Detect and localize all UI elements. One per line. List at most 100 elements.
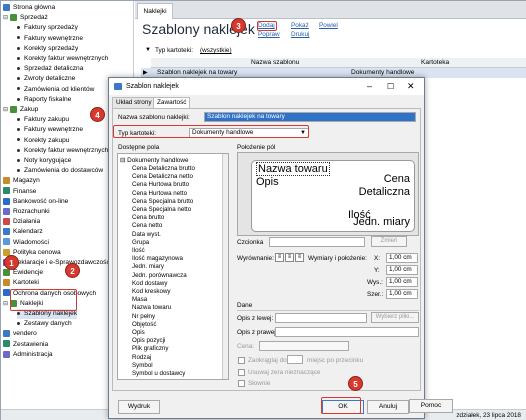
- field-item[interactable]: Cena Detaliczna brutto: [132, 165, 195, 172]
- preview-field-cena[interactable]: Cena: [384, 173, 410, 185]
- sidebar-item[interactable]: Zamówienia od klientów: [17, 85, 94, 95]
- sidebar-item[interactable]: Wiadomości: [3, 238, 49, 248]
- font-input[interactable]: [269, 237, 365, 247]
- align-center-icon[interactable]: ≡: [285, 253, 294, 262]
- minimize-icon[interactable]: –: [367, 78, 372, 95]
- sidebar-item[interactable]: Magazyn: [3, 176, 40, 186]
- collapse-icon[interactable]: ⊟: [3, 299, 10, 309]
- field-item[interactable]: Jedn. porównawcza: [132, 272, 187, 279]
- show-button[interactable]: Pokaż: [291, 22, 309, 29]
- sidebar-item[interactable]: Noty korygujące: [17, 156, 71, 166]
- field-item[interactable]: Ilość magazynowa: [132, 255, 183, 262]
- sidebar-item[interactable]: Raporty fiskalne: [17, 95, 71, 105]
- fields-scrollbar[interactable]: [222, 154, 228, 379]
- collapse-icon[interactable]: ⊟: [3, 105, 10, 115]
- sidebar-item[interactable]: Faktury wewnętrzne: [17, 34, 83, 44]
- y-input[interactable]: 1,00 cm: [386, 265, 418, 275]
- field-item[interactable]: Opis pozycji: [132, 337, 165, 344]
- sidebar-item[interactable]: Finanse: [3, 187, 36, 197]
- cancel-button[interactable]: Anuluj: [367, 400, 409, 414]
- tab-page-layout[interactable]: Układ strony: [112, 97, 156, 108]
- x-input[interactable]: 1,00 cm: [386, 253, 418, 263]
- sidebar-item[interactable]: Działania: [3, 217, 40, 227]
- align-right-icon[interactable]: ≡: [295, 253, 304, 262]
- sidebar-item[interactable]: Korekty faktur wewnętrznych: [17, 54, 108, 64]
- sidebar-item[interactable]: Zestawy danych: [17, 319, 72, 329]
- sidebar-item[interactable]: Faktury zakupu: [17, 115, 69, 125]
- field-item[interactable]: Cena Hurtowa brutto: [132, 181, 189, 188]
- field-item[interactable]: Symbol: [132, 362, 153, 369]
- field-item[interactable]: Grupa: [132, 239, 149, 246]
- sidebar-item[interactable]: Zwroty detaliczne: [17, 74, 75, 84]
- field-item[interactable]: Kod kreskowy: [132, 288, 171, 295]
- collapse-icon[interactable]: ⊟: [3, 13, 10, 23]
- round-digits-input[interactable]: [287, 355, 303, 364]
- edit-button[interactable]: Popraw: [258, 31, 280, 38]
- field-item[interactable]: Objętość: [132, 321, 156, 328]
- round-checkbox[interactable]: [238, 357, 245, 364]
- sidebar-item[interactable]: Rozrachunki: [3, 207, 50, 217]
- width-input[interactable]: 1,00 cm: [386, 289, 418, 299]
- desc-left-input[interactable]: [275, 313, 367, 323]
- field-item[interactable]: Cena netto: [132, 222, 162, 229]
- field-item[interactable]: Cena brutto: [132, 214, 164, 221]
- sidebar-item[interactable]: Zestawienia: [3, 340, 48, 350]
- field-item[interactable]: Jedn. miary: [132, 263, 164, 270]
- in-words-checkbox[interactable]: [238, 380, 245, 387]
- field-item[interactable]: Masa: [132, 296, 147, 303]
- tab-content[interactable]: Zawartość: [153, 97, 191, 108]
- desc-right-input[interactable]: [275, 327, 419, 337]
- print-preview-button[interactable]: Wydruk: [118, 400, 160, 414]
- column-header-kartoteka[interactable]: Kartoteka: [421, 59, 449, 66]
- field-item[interactable]: Cena Hurtowa netto: [132, 190, 187, 197]
- field-item[interactable]: Kod dostawy: [132, 280, 167, 287]
- preview-field-opis[interactable]: Opis: [256, 176, 279, 188]
- name-input[interactable]: Szablon naklejek na towary: [204, 112, 416, 122]
- sidebar-item[interactable]: Kalendarz: [3, 227, 43, 237]
- preview-field-name[interactable]: Nazwa towaru: [256, 162, 330, 176]
- print-button[interactable]: Drukuj: [291, 31, 309, 38]
- sidebar-item[interactable]: vendero: [3, 329, 37, 339]
- sidebar-item[interactable]: Korekty sprzedaży: [17, 44, 78, 54]
- field-item[interactable]: Cena Detaliczna netto: [132, 173, 193, 180]
- sidebar-item[interactable]: ⊟ Sprzedaż: [3, 13, 48, 23]
- field-item[interactable]: Symbol u dostawcy: [132, 370, 185, 377]
- align-left-icon[interactable]: ≡: [275, 253, 284, 262]
- field-item[interactable]: Nazwa towaru: [132, 304, 171, 311]
- trim-zeros-checkbox[interactable]: [238, 369, 245, 376]
- sidebar-item[interactable]: Deklaracje i e-Sprawozdawczość: [3, 258, 110, 268]
- preview-field-jm[interactable]: Jedn. miary: [353, 216, 410, 228]
- change-font-button[interactable]: Zmień: [371, 236, 407, 247]
- close-icon[interactable]: ✕: [407, 78, 415, 95]
- field-item[interactable]: Data wyst.: [132, 231, 161, 238]
- sidebar-item[interactable]: Administracja: [3, 350, 53, 360]
- pick-files-button[interactable]: Wybierz pliki...: [371, 312, 419, 323]
- sidebar-item[interactable]: ⊟ Zakup: [3, 105, 38, 115]
- maximize-icon[interactable]: ☐: [387, 78, 394, 95]
- price-select[interactable]: [259, 341, 349, 351]
- field-item[interactable]: Plik graficzny: [132, 345, 168, 352]
- field-item[interactable]: Opis: [132, 329, 145, 336]
- fields-root[interactable]: ⊟ Dokumenty handlowe: [120, 156, 189, 164]
- tab-naklejki[interactable]: Naklejki: [137, 3, 173, 19]
- field-item[interactable]: Cena Specjalna netto: [132, 206, 191, 213]
- sidebar-item[interactable]: Kartoteki: [3, 278, 39, 288]
- field-item[interactable]: Cena Specjalna brutto: [132, 198, 193, 205]
- duplicate-button[interactable]: Powiel: [319, 22, 338, 29]
- help-button[interactable]: Pomoc: [409, 399, 453, 413]
- field-item[interactable]: Ilość: [132, 247, 145, 254]
- sidebar-item[interactable]: Korekty faktur wewnętrznych: [17, 146, 108, 156]
- column-header-name[interactable]: Nazwa szablonu: [251, 59, 299, 66]
- sidebar-item[interactable]: Faktury sprzedaży: [17, 23, 78, 33]
- fields-tree[interactable]: ⊟ Dokumenty handlowe Cena Detaliczna bru…: [117, 153, 229, 380]
- sidebar-item[interactable]: Sprzedaż detaliczna: [17, 64, 83, 74]
- height-input[interactable]: 1,00 cm: [386, 277, 418, 287]
- field-item[interactable]: Nr pełny: [132, 313, 155, 320]
- sidebar-item[interactable]: Strona główna: [3, 3, 55, 13]
- sidebar-item[interactable]: Faktury wewnętrzne: [17, 125, 83, 135]
- field-item[interactable]: Rodzaj: [132, 354, 151, 361]
- sidebar-item[interactable]: Bankowość on-line: [3, 197, 68, 207]
- preview-field-cena-type[interactable]: Detaliczna: [359, 186, 410, 198]
- sidebar-item[interactable]: Zamówienia do dostawców: [17, 166, 103, 176]
- sidebar-item[interactable]: Korekty zakupu: [17, 136, 69, 146]
